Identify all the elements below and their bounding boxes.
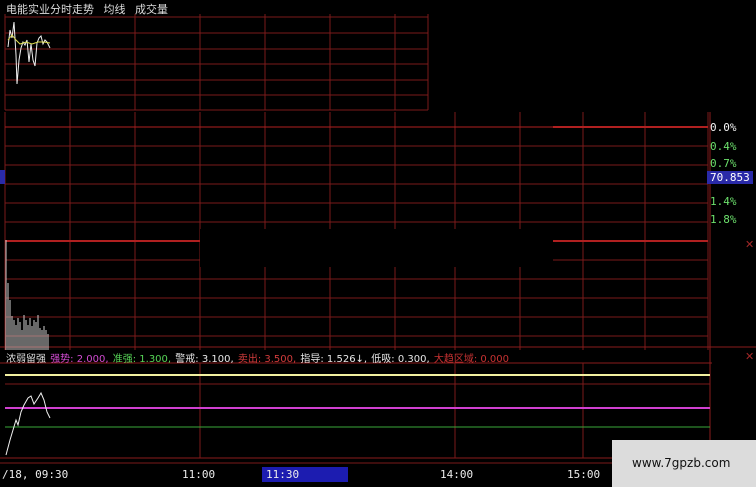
pct-label: 1.4% xyxy=(710,195,737,208)
close-icon[interactable]: ✕ xyxy=(745,238,754,251)
indicator-sell: 卖出: 3.500, xyxy=(237,354,297,365)
avg-line-label[interactable]: 均线 xyxy=(104,3,126,16)
indicator-semi-strong: 准强: 1.300, xyxy=(112,354,172,365)
pct-label: 1.8% xyxy=(710,213,737,226)
indicator-warning: 警戒: 3.100, xyxy=(175,354,234,365)
time-label-selected[interactable]: 11:30 xyxy=(266,468,299,481)
intraday-chart-window: 电能实业分时走势 均线 成交量 0.0% 0.4% 0.7% 1.4% 1.8%… xyxy=(0,0,756,487)
indicator-guide: 指导: 1.526↓, xyxy=(300,354,368,365)
left-price-marker xyxy=(0,170,5,184)
indicator-legend: 浓弱留强 强势: 2.000, 准强: 1.300, 警戒: 3.100, 卖出… xyxy=(6,350,510,365)
time-label: 15:00 xyxy=(567,468,601,481)
pct-label: 0.7% xyxy=(710,157,737,170)
indicator-trend-zone: 大趋区域: 0.000 xyxy=(433,354,510,365)
close-icon[interactable]: ✕ xyxy=(745,350,754,363)
time-label: /18, 09:30 xyxy=(2,468,69,481)
indicator-curve xyxy=(5,391,51,456)
stock-title: 电能实业分时走势 xyxy=(6,3,94,16)
occluded-area xyxy=(200,229,553,267)
price-line xyxy=(7,21,51,85)
pct-label: 0.4% xyxy=(710,140,737,153)
pct-label: 0.0% xyxy=(710,121,737,134)
indicator-low-buy: 低吸: 0.300, xyxy=(371,354,430,365)
chart-canvas xyxy=(0,14,756,464)
time-label: 11:00 xyxy=(182,468,216,481)
chart-header: 电能实业分时走势 均线 成交量 xyxy=(6,1,174,16)
indicator-strong: 强势: 2.000, xyxy=(50,354,109,365)
indicator-name: 浓弱留强 xyxy=(6,354,46,365)
watermark-box: www.7gpzb.com xyxy=(612,440,756,487)
watermark-text: www.7gpzb.com xyxy=(632,456,731,470)
current-price-box: 70.853 xyxy=(707,171,753,184)
time-label: 14:00 xyxy=(440,468,474,481)
volume-label[interactable]: 成交量 xyxy=(135,3,168,16)
